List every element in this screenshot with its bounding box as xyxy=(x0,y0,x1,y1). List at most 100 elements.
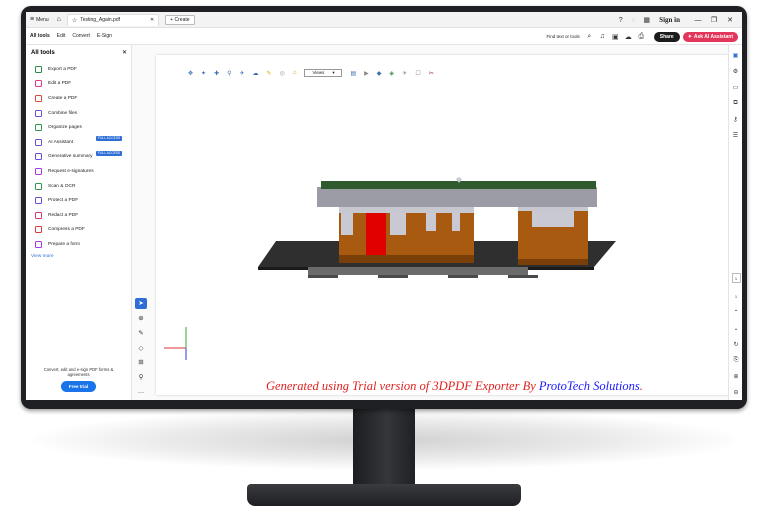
panel-title: All tools xyxy=(31,49,55,56)
right-rail: ▣ ⚙ ▭ ⧉ ⚷ ☰ 1 1 ⌃ ⌄ ↻ ⎘ ⊕ ⊖ xyxy=(728,45,742,400)
tool-item[interactable]: Edit a PDF xyxy=(26,77,131,92)
tab-convert[interactable]: Convert xyxy=(72,33,90,39)
monitor-stand-base xyxy=(247,484,521,506)
tool-item[interactable]: Export a PDF xyxy=(26,62,131,77)
zoom-out-icon[interactable]: ⊖ xyxy=(730,386,742,398)
tool-item[interactable]: Compress a PDF xyxy=(26,223,131,238)
chevron-down-nav-icon[interactable]: ⌄ xyxy=(730,322,742,334)
tool-item[interactable]: Redact a PDF xyxy=(26,208,131,223)
tool-item[interactable]: Generative summary FULL ACCESS xyxy=(26,150,131,165)
sign-in-button[interactable]: Sign in xyxy=(659,16,680,24)
comment-panel-icon[interactable]: ▣ xyxy=(730,49,742,61)
document-area: ✥ ✦ ✚ ⚲ ✈ ☁ ✎ ◎ ⌂ Views ▾ ▤ ▶ ◆ ◈ ☀ ☐ ✂ … xyxy=(132,45,730,400)
notifications-icon[interactable]: ○ xyxy=(628,15,639,26)
star-icon[interactable]: ☆ xyxy=(72,17,77,24)
create-button[interactable]: + Create xyxy=(165,14,195,25)
chevron-up-icon[interactable]: ⌃ xyxy=(730,306,742,318)
text-box-tool-icon[interactable]: ⊞ xyxy=(135,357,147,368)
free-trial-button[interactable]: Free trial xyxy=(60,381,97,392)
promo-text: Convert, edit and e-sign PDF forms & agr… xyxy=(43,367,114,377)
promo-box: Convert, edit and e-sign PDF forms & agr… xyxy=(26,367,131,392)
find-text-label[interactable]: Find text or tools xyxy=(547,34,580,39)
tool-item[interactable]: Protect a PDF xyxy=(26,193,131,208)
tool-item[interactable]: Create a PDF xyxy=(26,91,131,106)
tool-icon xyxy=(35,182,42,190)
pan-icon[interactable]: ✚ xyxy=(214,70,219,77)
zoom-in-icon[interactable]: ⊕ xyxy=(730,370,742,382)
model-tree-icon[interactable]: ▤ xyxy=(350,70,356,77)
more-tools-icon[interactable]: … xyxy=(135,386,147,397)
minimize-icon[interactable]: — xyxy=(690,17,706,24)
menu-bar: All tools Edit Convert E-Sign Find text … xyxy=(26,28,742,45)
building-model xyxy=(258,177,616,278)
tab-all-tools[interactable]: All tools xyxy=(30,33,50,39)
page-number-box[interactable]: 1 xyxy=(731,273,741,283)
tool-item[interactable]: Combine files xyxy=(26,106,131,121)
tool-item[interactable]: Prepare a form xyxy=(26,237,131,252)
menu-label: Menu xyxy=(36,16,49,23)
measure-icon[interactable]: ◎ xyxy=(280,70,285,77)
close-panel-icon[interactable]: ✕ xyxy=(122,49,127,56)
document-tab[interactable]: ☆ Testing_Again.pdf ✕ xyxy=(66,13,160,26)
print-icon[interactable]: ⎙ xyxy=(636,31,647,42)
tab-e-sign[interactable]: E-Sign xyxy=(97,33,112,39)
projection-icon[interactable]: ◆ xyxy=(377,70,382,77)
rotate-icon[interactable]: ✥ xyxy=(188,70,193,77)
walk-icon[interactable]: ✈ xyxy=(240,70,245,77)
camera-properties-icon[interactable]: ✎ xyxy=(267,70,272,77)
full-access-badge: FULL ACCESS xyxy=(96,150,123,156)
share-button[interactable]: Share xyxy=(653,31,680,42)
3d-model-view[interactable] xyxy=(156,55,730,395)
page-thumbnails-icon[interactable]: ▭ xyxy=(730,81,742,93)
apps-grid-icon[interactable]: ▦ xyxy=(641,15,652,26)
views-dropdown[interactable]: Views ▾ xyxy=(304,69,343,77)
page-nav: 1 1 ⌃ ⌄ ↻ ⎘ ⊕ ⊖ xyxy=(730,273,742,398)
menu-bar-right: Find text or tools ⌕ ♫ ▣ ☁ ⎙ Share ✦ Ask… xyxy=(547,28,738,45)
home-icon: ⌂ xyxy=(56,16,61,23)
title-bar-right: ? ○ ▦ Sign in — ❐ ✕ xyxy=(614,12,738,28)
tool-icon xyxy=(35,138,42,146)
select-tool-icon[interactable]: ➤ xyxy=(135,298,147,309)
tool-label: Edit a PDF xyxy=(48,81,72,87)
copy-icon[interactable]: ⧉ xyxy=(730,97,742,109)
stamp-tool-icon[interactable]: ⚲ xyxy=(135,372,147,383)
home-view-icon[interactable]: ⌂ xyxy=(293,70,297,76)
restore-icon[interactable]: ❐ xyxy=(706,16,722,24)
upload-cloud-icon[interactable]: ☁ xyxy=(623,31,634,42)
tool-label: Request e-signatures xyxy=(48,168,94,174)
close-tab-icon[interactable]: ✕ xyxy=(150,17,154,23)
create-label: Create xyxy=(174,16,190,23)
shape-tool-icon[interactable]: ◇ xyxy=(135,342,147,353)
cross-section-icon[interactable]: ✂ xyxy=(429,70,434,77)
tool-item[interactable]: AI Assistant FULL ACCESS xyxy=(26,135,131,150)
ask-ai-assistant-button[interactable]: ✦ Ask AI Assistant xyxy=(682,31,738,42)
animation-icon[interactable]: ▶ xyxy=(364,70,369,77)
lighting-icon[interactable]: ☀ xyxy=(402,70,407,77)
tool-item[interactable]: Request e-signatures xyxy=(26,164,131,179)
close-window-icon[interactable]: ✕ xyxy=(722,16,738,24)
view-more-link[interactable]: View more xyxy=(26,254,131,259)
layers-icon[interactable]: ☰ xyxy=(730,129,742,141)
help-icon[interactable]: ? xyxy=(615,15,626,26)
tool-item[interactable]: Organize pages xyxy=(26,120,131,135)
fit-page-icon[interactable]: ⎘ xyxy=(730,354,742,366)
home-button[interactable]: ⌂ xyxy=(53,16,61,23)
tab-edit[interactable]: Edit xyxy=(57,33,66,39)
monitor-frame: ≡ Menu ⌂ ☆ Testing_Again.pdf ✕ + Create … xyxy=(21,6,747,409)
zoom-in-tool-icon[interactable]: ⊕ xyxy=(135,313,147,324)
ask-ai-label: Ask AI Assistant xyxy=(693,33,733,40)
render-mode-icon[interactable]: ◈ xyxy=(389,70,394,77)
menu-button[interactable]: ≡ Menu xyxy=(30,16,49,23)
bookmarks-icon[interactable]: ⚙ xyxy=(730,65,742,77)
tool-item[interactable]: Scan & OCR xyxy=(26,179,131,194)
attachment-icon[interactable]: ⚷ xyxy=(730,113,742,125)
draw-tool-icon[interactable]: ✎ xyxy=(135,327,147,338)
search-icon[interactable]: ⌕ xyxy=(584,31,595,42)
save-icon[interactable]: ▣ xyxy=(610,31,621,42)
zoom-tool-icon[interactable]: ⚲ xyxy=(227,70,231,77)
fly-icon[interactable]: ☁ xyxy=(253,70,259,77)
background-color-icon[interactable]: ☐ xyxy=(415,70,420,77)
spin-icon[interactable]: ✦ xyxy=(201,70,206,77)
headphones-icon[interactable]: ♫ xyxy=(597,31,608,42)
refresh-icon[interactable]: ↻ xyxy=(730,338,742,350)
